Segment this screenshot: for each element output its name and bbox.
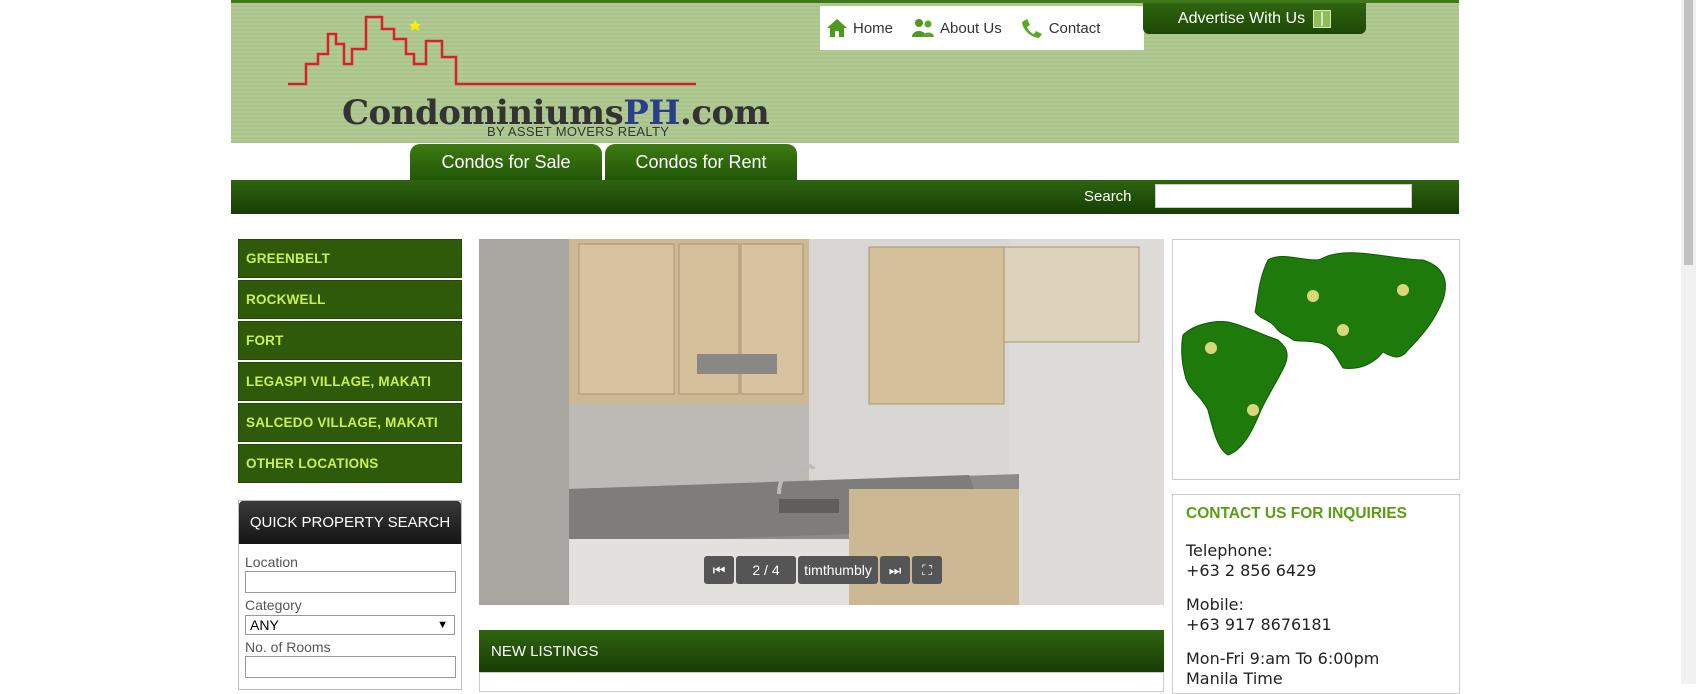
- hours-block: Mon-Fri 9:am To 6:00pm Manila Time: [1186, 649, 1446, 689]
- nav-contact[interactable]: Contact: [1019, 16, 1101, 40]
- sidebar-item-fort[interactable]: FORT: [238, 321, 462, 360]
- contact-title: CONTACT US FOR INQUIRIES: [1186, 505, 1408, 522]
- home-icon: [827, 19, 847, 37]
- category-label: Category: [245, 597, 302, 613]
- telephone-block: Telephone: +63 2 856 6429: [1186, 541, 1446, 581]
- users-icon: [912, 19, 935, 37]
- book-icon: [1313, 9, 1332, 28]
- quick-search-title: QUICK PROPERTY SEARCH: [239, 501, 461, 544]
- sidebar-item-other[interactable]: OTHER LOCATIONS: [238, 444, 462, 483]
- skip-forward-icon[interactable]: ⏭: [880, 556, 910, 584]
- mobile-number: +63 917 8676181: [1186, 615, 1332, 634]
- dropdown-arrow-icon: ▼: [437, 619, 448, 631]
- logo-subtitle: BY ASSET MOVERS REALTY: [487, 124, 670, 139]
- category-select-value: ANY: [250, 617, 279, 633]
- advertise-button[interactable]: Advertise With Us: [1143, 3, 1366, 34]
- new-listings-body: [479, 672, 1164, 692]
- rooms-input[interactable]: [245, 656, 456, 678]
- location-sidebar: GREENBELT ROCKWELL FORT LEGASPI VILLAGE,…: [238, 239, 462, 485]
- city-skyline-icon: [288, 15, 696, 86]
- location-input[interactable]: [245, 571, 456, 593]
- page-scrollbar[interactable]: [1681, 0, 1696, 684]
- skip-back-icon[interactable]: ⏮: [704, 556, 734, 584]
- nav-home[interactable]: Home: [825, 16, 893, 40]
- nav-contact-label: Contact: [1048, 19, 1101, 37]
- world-map-icon: [1181, 252, 1446, 456]
- scrollbar-thumb[interactable]: [1684, 0, 1693, 265]
- office-hours: Mon-Fri 9:am To 6:00pm: [1186, 649, 1380, 668]
- phone-icon: [1021, 19, 1042, 38]
- sidebar-item-rockwell[interactable]: ROCKWELL: [238, 280, 462, 319]
- search-input[interactable]: [1155, 184, 1412, 208]
- telephone-number: +63 2 856 6429: [1186, 561, 1317, 580]
- search-label: Search: [1084, 188, 1132, 205]
- slide-counter: 2 / 4: [736, 556, 796, 584]
- category-select[interactable]: ANY ▼: [245, 615, 455, 635]
- kitchen-photo: [479, 239, 1164, 605]
- site-header: CondominiumsPH.com BY ASSET MOVERS REALT…: [231, 0, 1459, 143]
- logo-com-text: .com: [679, 93, 770, 133]
- property-slideshow[interactable]: ⏮ 2 / 4 timthumbly ⏭ ⛶: [479, 239, 1164, 605]
- timezone: Manila Time: [1186, 669, 1283, 688]
- slide-caption: timthumbly: [798, 556, 878, 584]
- sidebar-item-greenbelt[interactable]: GREENBELT: [238, 239, 462, 278]
- advertise-label: Advertise With Us: [1177, 9, 1306, 27]
- sidebar-item-salcedo[interactable]: SALCEDO VILLAGE, MAKATI: [238, 403, 462, 442]
- sidebar-item-legaspi[interactable]: LEGASPI VILLAGE, MAKATI: [238, 362, 462, 401]
- telephone-label: Telephone:: [1186, 541, 1273, 560]
- fullscreen-icon[interactable]: ⛶: [912, 556, 942, 584]
- page-wrapper: CondominiumsPH.com BY ASSET MOVERS REALT…: [231, 0, 1460, 694]
- rooms-label: No. of Rooms: [245, 639, 331, 655]
- nav-home-label: Home: [853, 19, 894, 37]
- new-listings-header: NEW LISTINGS: [479, 630, 1164, 672]
- mobile-label: Mobile:: [1186, 595, 1244, 614]
- world-map-box[interactable]: [1172, 239, 1460, 480]
- location-label: Location: [245, 554, 298, 570]
- search-bar: Search: [231, 180, 1459, 214]
- contact-box: CONTACT US FOR INQUIRIES Telephone: +63 …: [1172, 494, 1460, 694]
- top-nav: Home About Us Contact: [820, 6, 1144, 50]
- nav-about-label: About Us: [940, 19, 1002, 37]
- slideshow-controls: ⏮ 2 / 4 timthumbly ⏭ ⛶: [704, 556, 944, 584]
- tab-condos-for-rent[interactable]: Condos for Rent: [605, 144, 797, 180]
- nav-about[interactable]: About Us: [910, 16, 1002, 40]
- tab-condos-for-sale[interactable]: Condos for Sale: [410, 144, 602, 180]
- mobile-block: Mobile: +63 917 8676181: [1186, 595, 1446, 635]
- quick-property-search: QUICK PROPERTY SEARCH Location Category …: [238, 500, 462, 690]
